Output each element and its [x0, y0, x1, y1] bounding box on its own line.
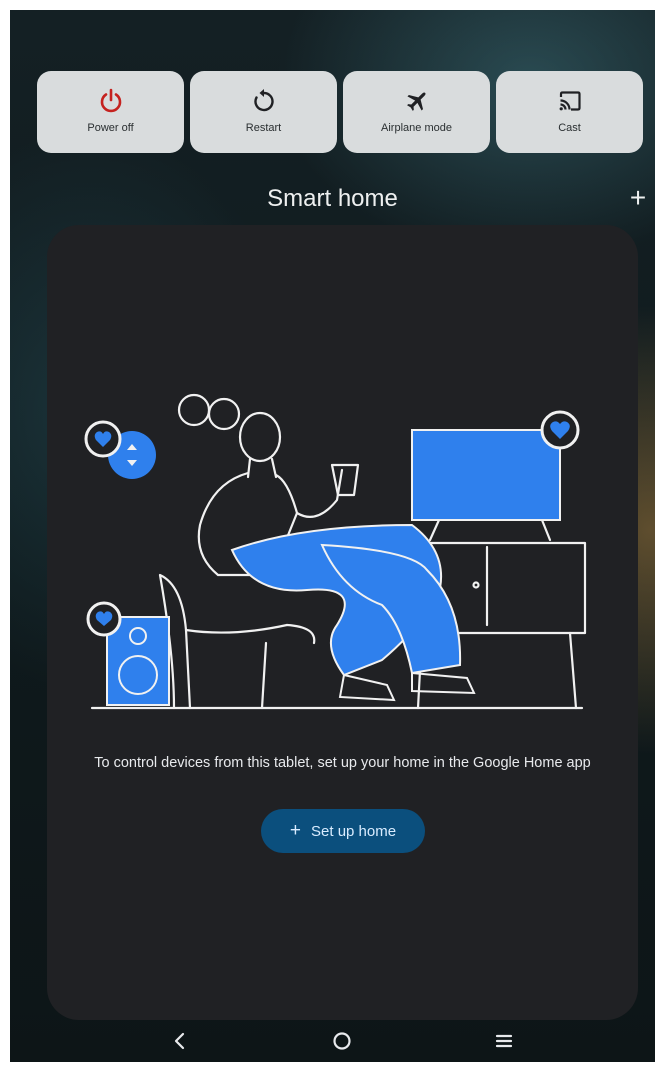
airplane-mode-button[interactable]: Airplane mode	[343, 71, 490, 153]
restart-icon	[249, 86, 279, 116]
smart-home-header: Smart home	[10, 185, 655, 213]
smart-home-illustration	[84, 393, 587, 710]
smart-home-title: Smart home	[267, 185, 398, 212]
power-off-button[interactable]: Power off	[37, 71, 184, 153]
screen: Power off Restart Airplane mode Cast Sma…	[10, 10, 655, 1062]
home-icon[interactable]	[322, 1024, 362, 1058]
add-device-button[interactable]: +	[624, 184, 652, 212]
smart-home-description: To control devices from this tablet, set…	[94, 755, 591, 771]
airplane-mode-label: Airplane mode	[381, 122, 452, 134]
restart-button[interactable]: Restart	[190, 71, 337, 153]
quick-actions: Power off Restart Airplane mode Cast	[37, 71, 645, 153]
power-icon	[96, 86, 126, 116]
cast-icon	[555, 86, 585, 116]
navigation-bar	[10, 1020, 655, 1062]
restart-label: Restart	[245, 122, 282, 134]
set-up-home-label: Set up home	[311, 822, 397, 840]
back-icon[interactable]	[160, 1024, 200, 1058]
power-off-label: Power off	[87, 122, 134, 134]
menu-icon[interactable]	[484, 1024, 524, 1058]
cast-button[interactable]: Cast	[496, 71, 643, 153]
plus-icon: +	[289, 820, 302, 841]
cast-label: Cast	[558, 122, 581, 134]
set-up-home-button[interactable]: + Set up home	[261, 809, 425, 853]
smart-home-card: To control devices from this tablet, set…	[47, 225, 638, 1020]
airplane-icon	[402, 86, 432, 116]
